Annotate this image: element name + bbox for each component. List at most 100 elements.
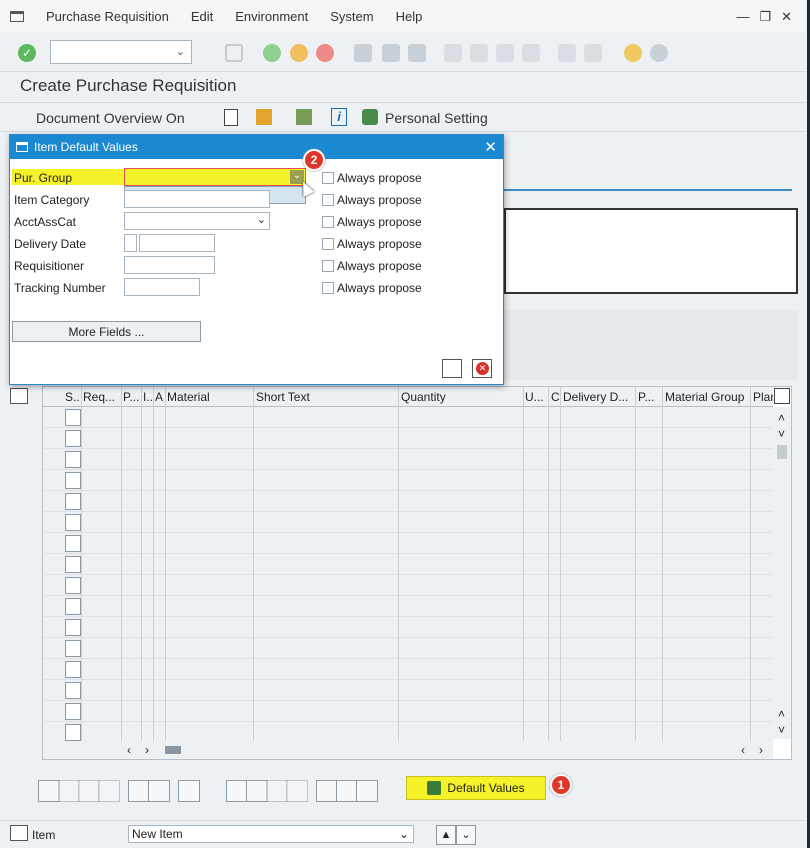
personal-setting-icon[interactable] (362, 109, 378, 125)
info-icon[interactable]: i (331, 108, 347, 126)
row-select-checkbox[interactable] (65, 703, 81, 720)
pur-group-field[interactable]: ⌄ (124, 168, 306, 186)
col-header-delivery-date[interactable]: Delivery D... (563, 390, 635, 404)
col-header-status[interactable]: S.. (65, 390, 81, 404)
delivery-date-field[interactable] (139, 234, 215, 252)
row-select-checkbox[interactable] (65, 556, 81, 573)
grid-select-all-icon[interactable] (10, 388, 28, 404)
scroll-up-icon[interactable]: ˄ (778, 411, 785, 425)
row-select-checkbox[interactable] (65, 535, 81, 552)
row-select-checkbox[interactable] (65, 598, 81, 615)
chevron-down-icon[interactable]: ⌄ (176, 45, 185, 58)
always-propose-checkbox-acctasscat[interactable] (322, 216, 334, 228)
chevron-down-icon[interactable]: ⌄ (399, 826, 409, 842)
col-header-unit[interactable]: U... (525, 390, 547, 404)
attachment-icon[interactable] (356, 780, 378, 802)
cancel-icon[interactable] (316, 44, 334, 62)
menu-icon[interactable] (10, 10, 24, 22)
menu-environment[interactable]: Environment (235, 9, 308, 24)
item-detail-icon[interactable] (10, 825, 28, 841)
scroll-left-icon[interactable]: ‹ (127, 743, 131, 757)
dialog-cancel-icon[interactable]: ✕ (472, 359, 492, 378)
col-header-quantity[interactable]: Quantity (401, 390, 521, 404)
scroll-down-icon[interactable]: ˅ (778, 427, 785, 441)
always-propose-checkbox-item-category[interactable] (322, 194, 334, 206)
row-select-checkbox[interactable] (65, 577, 81, 594)
help-icon[interactable] (624, 44, 642, 62)
scroll-down-bottom-icon[interactable]: ˅ (778, 723, 785, 737)
tracking-number-field[interactable] (124, 278, 200, 296)
dialog-menu-icon[interactable] (16, 142, 28, 152)
account-assignment-icon[interactable] (336, 780, 358, 802)
requisitioner-field[interactable] (124, 256, 215, 274)
always-propose-checkbox-delivery-date[interactable] (322, 238, 334, 250)
hold-icon[interactable] (256, 109, 272, 125)
chevron-down-icon[interactable]: ⌄ (257, 213, 266, 226)
menu-system[interactable]: System (330, 9, 373, 24)
col-header-i[interactable]: I.. (143, 390, 153, 404)
always-propose-checkbox-pur-group[interactable] (322, 172, 334, 184)
row-select-checkbox[interactable] (65, 724, 81, 741)
row-select-checkbox[interactable] (65, 640, 81, 657)
scroll-left-end-icon[interactable]: ‹ (741, 743, 745, 757)
acctasscat-field[interactable]: ⌄ (124, 212, 270, 230)
col-header-a[interactable]: A (155, 390, 165, 404)
back-icon[interactable] (263, 44, 281, 62)
lock-icon[interactable] (148, 780, 170, 802)
item-category-field[interactable] (124, 190, 270, 208)
delivery-date-category-field[interactable] (124, 234, 137, 252)
row-select-checkbox[interactable] (65, 619, 81, 636)
col-header-short-text[interactable]: Short Text (256, 390, 396, 404)
item-up-icon[interactable]: ▲ (436, 825, 456, 845)
col-header-requisition[interactable]: Req... (83, 390, 121, 404)
delete-icon[interactable] (128, 780, 150, 802)
menu-edit[interactable]: Edit (191, 9, 213, 24)
default-values-button[interactable]: Default Values (406, 776, 546, 800)
document-overview-button[interactable]: Document Overview On (36, 110, 185, 126)
enter-check-icon[interactable]: ✓ (18, 44, 36, 62)
header-text-area[interactable] (504, 208, 798, 294)
dialog-title-bar[interactable]: Item Default Values ✕ (10, 135, 503, 159)
scroll-thumb[interactable] (777, 445, 787, 459)
always-propose-checkbox-requisitioner[interactable] (322, 260, 334, 272)
row-select-checkbox[interactable] (65, 430, 81, 447)
menu-purchase-requisition[interactable]: Purchase Requisition (46, 9, 169, 24)
col-header-material-group[interactable]: Material Group (665, 390, 751, 404)
scroll-right-icon[interactable]: › (145, 743, 149, 757)
copy-icon[interactable] (178, 780, 200, 802)
close-icon[interactable]: ✕ (484, 138, 497, 156)
item-down-icon[interactable]: ⌄ (456, 825, 476, 845)
maximize-icon[interactable]: ❐ (759, 9, 771, 25)
col-header-p2[interactable]: P... (638, 390, 662, 404)
row-select-checkbox[interactable] (65, 409, 81, 426)
always-propose-checkbox-tracking-number[interactable] (322, 282, 334, 294)
scroll-thumb-h[interactable] (165, 746, 181, 754)
command-field[interactable]: ⌄ (50, 40, 192, 64)
exit-icon[interactable] (290, 44, 308, 62)
create-document-icon[interactable] (224, 109, 238, 126)
row-select-checkbox[interactable] (65, 472, 81, 489)
menu-help[interactable]: Help (396, 9, 423, 24)
col-header-p[interactable]: P... (123, 390, 141, 404)
row-select-checkbox[interactable] (65, 514, 81, 531)
details-icon[interactable] (38, 780, 60, 802)
personal-setting-button[interactable]: Personal Setting (385, 110, 488, 126)
export-icon[interactable] (316, 780, 338, 802)
check-icon[interactable] (296, 109, 312, 125)
item-select[interactable]: New Item ⌄ (128, 825, 414, 843)
col-header-material[interactable]: Material (167, 390, 252, 404)
close-window-icon[interactable]: ✕ (781, 9, 792, 25)
minimize-icon[interactable]: — (736, 9, 749, 25)
dialog-save-icon[interactable] (442, 359, 462, 378)
sort-asc-icon[interactable] (226, 780, 248, 802)
vertical-scrollbar[interactable]: ˄ ˅ ˄ ˅ (773, 407, 791, 739)
sort-desc-icon[interactable] (246, 780, 268, 802)
more-fields-button[interactable]: More Fields ... (12, 321, 201, 342)
scroll-up-bottom-icon[interactable]: ˄ (778, 707, 785, 721)
gear-icon[interactable] (650, 44, 668, 62)
col-header-plant[interactable]: Plan (753, 390, 773, 404)
row-select-checkbox[interactable] (65, 661, 81, 678)
scroll-right-end-icon[interactable]: › (759, 743, 763, 757)
row-select-checkbox[interactable] (65, 682, 81, 699)
row-select-checkbox[interactable] (65, 451, 81, 468)
